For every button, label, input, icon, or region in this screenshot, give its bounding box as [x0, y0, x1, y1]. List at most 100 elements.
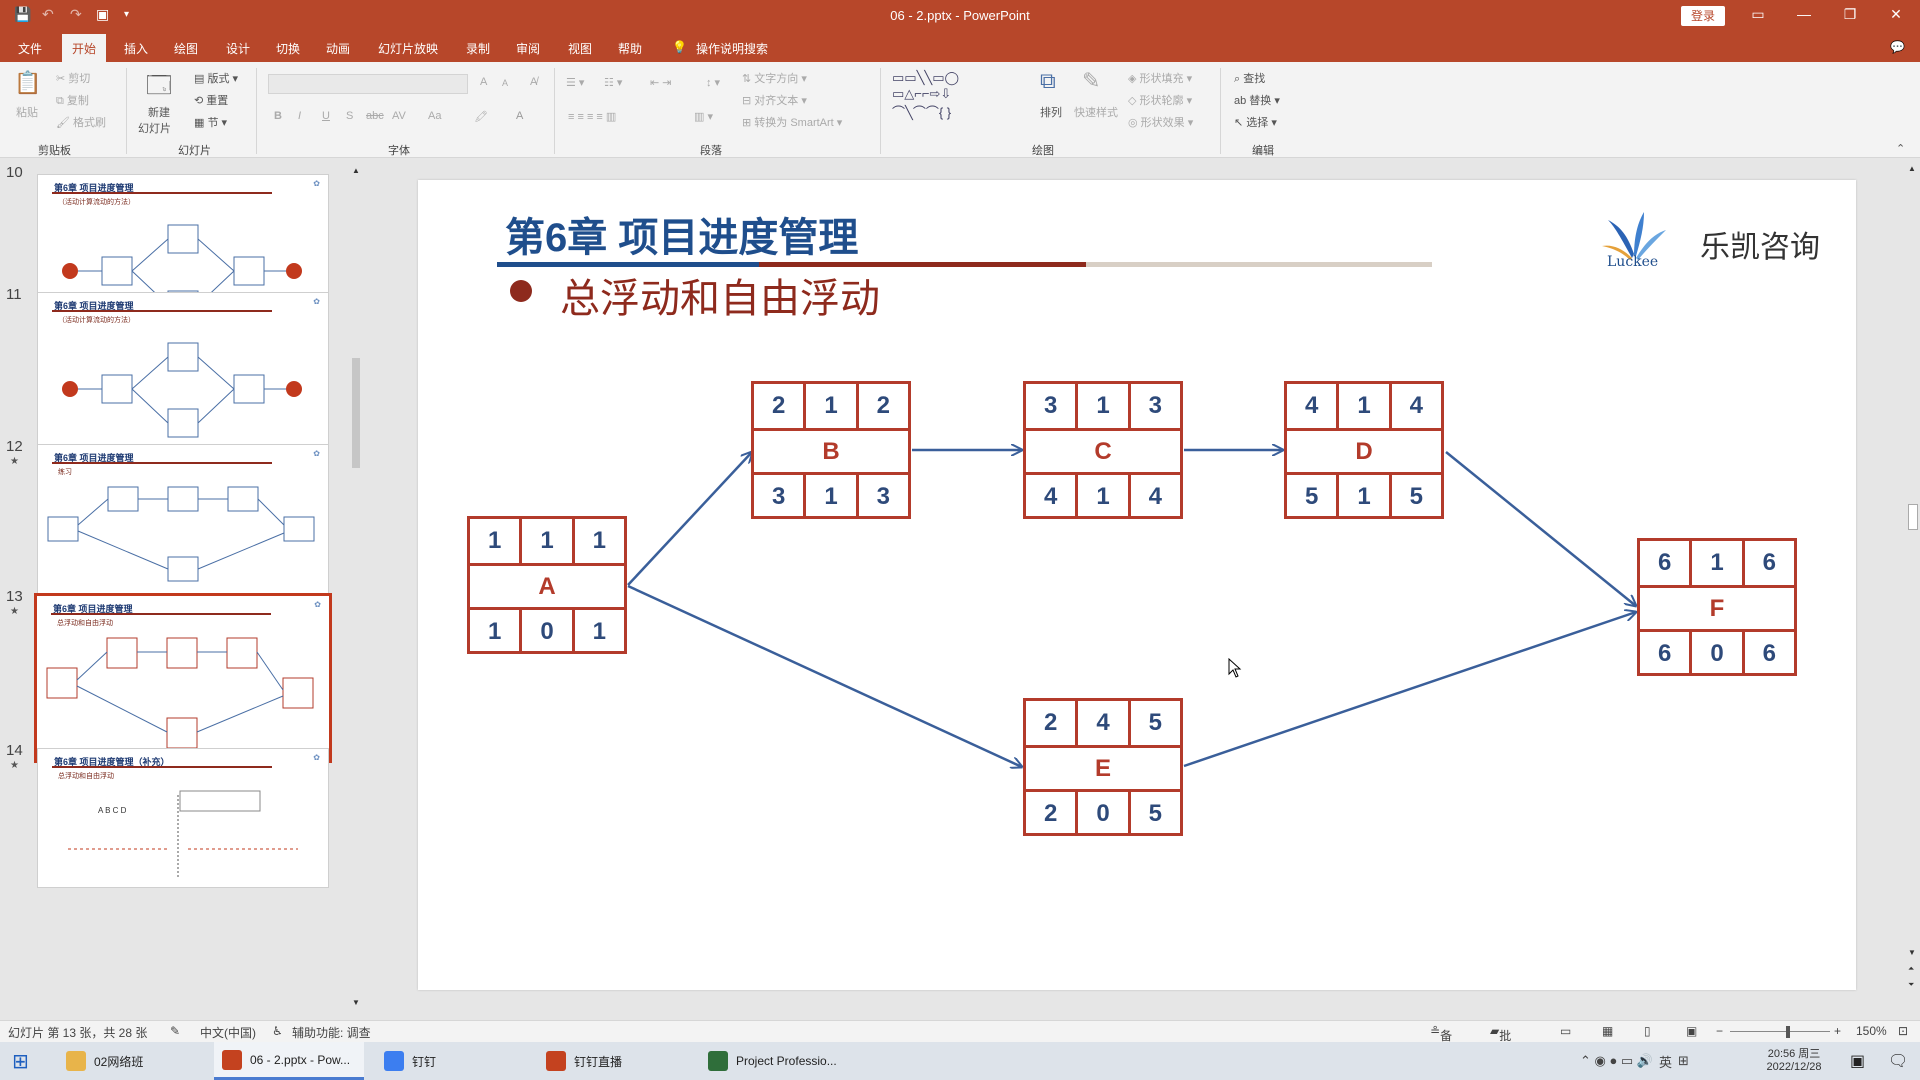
- tell-me-search[interactable]: 操作说明搜索: [696, 40, 768, 57]
- activity-node-e[interactable]: 2 4 5 E 2 0 5: [1023, 698, 1183, 836]
- shape-fill-button[interactable]: ◈ 形状填充 ▾: [1128, 70, 1192, 86]
- section-button[interactable]: ▦ 节 ▾: [194, 114, 227, 130]
- fit-slide-icon[interactable]: ⊡: [1898, 1024, 1908, 1038]
- scroll-down-icon[interactable]: ▼: [352, 998, 360, 1007]
- shadow-button[interactable]: S: [346, 110, 353, 122]
- slide-thumbnail-11[interactable]: 第6章 项目进度管理 ✿ （活动计算流动的方法）: [37, 292, 329, 456]
- prev-slide-icon[interactable]: ⏶: [1908, 964, 1914, 974]
- notification-icon[interactable]: 🗨: [1888, 1042, 1908, 1080]
- clock[interactable]: 20:56 周三 2022/12/28: [1754, 1045, 1834, 1073]
- notes-button[interactable]: ≗ 备注: [1430, 1024, 1452, 1060]
- arrange-icon[interactable]: ⧉: [1040, 68, 1056, 94]
- comments-button[interactable]: ▰ 批注: [1490, 1024, 1511, 1060]
- slideshow-view-icon[interactable]: ▣: [1686, 1024, 1697, 1038]
- reading-view-icon[interactable]: ▯: [1644, 1024, 1651, 1038]
- copy-button[interactable]: ⧉ 复制: [56, 92, 89, 108]
- scroll-down-icon[interactable]: ▼: [1908, 948, 1916, 957]
- clear-format-icon[interactable]: A̸: [530, 76, 537, 88]
- language-status[interactable]: 中文(中国): [200, 1024, 256, 1041]
- taskbar-item-powerpoint[interactable]: 06 - 2.pptx - Pow...: [214, 1042, 364, 1080]
- taskbar-item-project[interactable]: Project Professio...: [700, 1042, 870, 1080]
- align-text-button[interactable]: ⊟ 对齐文本 ▾: [742, 92, 807, 108]
- scroll-thumb[interactable]: [352, 358, 360, 468]
- text-direction-button[interactable]: ⇅ 文字方向 ▾: [742, 70, 807, 86]
- layout-button[interactable]: ▤ 版式 ▾: [194, 70, 238, 86]
- minimize-icon[interactable]: —: [1794, 6, 1814, 22]
- char-spacing-button[interactable]: AV: [392, 110, 406, 122]
- app-tray-icon[interactable]: ▣: [1850, 1042, 1865, 1080]
- zoom-out-icon[interactable]: −: [1716, 1024, 1723, 1038]
- line-spacing-icon[interactable]: ↕ ▾: [706, 76, 720, 89]
- numbering-icon[interactable]: ☷ ▾: [604, 76, 622, 89]
- scroll-up-icon[interactable]: ▲: [352, 166, 360, 175]
- activity-node-a[interactable]: 1 1 1 A 1 0 1: [467, 516, 627, 654]
- activity-node-c[interactable]: 3 1 3 C 4 1 4: [1023, 381, 1183, 519]
- spellcheck-icon[interactable]: ✎: [170, 1024, 180, 1038]
- zoom-slider-thumb[interactable]: [1786, 1026, 1790, 1038]
- tab-home[interactable]: 开始: [62, 34, 107, 62]
- close-icon[interactable]: ✕: [1886, 6, 1906, 23]
- change-case-button[interactable]: Aa: [428, 110, 441, 122]
- accessibility-icon[interactable]: ♿: [272, 1024, 283, 1038]
- underline-button[interactable]: U: [322, 110, 330, 122]
- bold-button[interactable]: B: [274, 110, 282, 122]
- taskbar-item-dingtalk[interactable]: 钉钉: [376, 1042, 526, 1080]
- tab-view[interactable]: 视图: [568, 40, 592, 57]
- tab-draw[interactable]: 绘图: [174, 40, 198, 57]
- activity-node-d[interactable]: 4 1 4 D 5 1 5: [1284, 381, 1444, 519]
- thumbnail-scrollbar[interactable]: ▲ ▼: [350, 158, 362, 1020]
- smartart-button[interactable]: ⊞ 转换为 SmartArt ▾: [742, 114, 842, 130]
- font-name-box[interactable]: [268, 74, 468, 94]
- new-slide-button-label2[interactable]: 幻灯片: [138, 120, 171, 136]
- activity-node-f[interactable]: 6 1 6 F 6 0 6: [1637, 538, 1797, 676]
- paste-icon[interactable]: 📋: [14, 70, 41, 96]
- strikethrough-button[interactable]: abc: [366, 110, 384, 122]
- scroll-up-icon[interactable]: ▲: [1908, 164, 1916, 173]
- start-icon[interactable]: ⊞: [12, 1042, 29, 1080]
- new-slide-icon[interactable]: 🗔: [146, 68, 172, 109]
- tab-file[interactable]: 文件: [18, 40, 42, 57]
- slide-thumbnail-13-selected[interactable]: 第6章 项目进度管理 ✿ 总浮动和自由浮动: [34, 593, 332, 763]
- tab-transitions[interactable]: 切换: [276, 40, 300, 57]
- indent-icon[interactable]: ⇤ ⇥: [650, 76, 672, 89]
- shape-outline-button[interactable]: ◇ 形状轮廓 ▾: [1128, 92, 1192, 108]
- slide-title[interactable]: 第6章 项目进度管理: [505, 205, 858, 263]
- tab-design[interactable]: 设计: [226, 40, 250, 57]
- arrange-button[interactable]: 排列: [1040, 104, 1062, 120]
- find-button[interactable]: ⌕ 查找: [1234, 70, 1265, 86]
- quick-styles-icon[interactable]: ✎: [1082, 68, 1100, 94]
- next-slide-icon[interactable]: ⏷: [1908, 980, 1914, 990]
- shape-effects-button[interactable]: ◎ 形状效果 ▾: [1128, 114, 1193, 130]
- taskbar-item-dingtalk-live[interactable]: 钉钉直播: [538, 1042, 688, 1080]
- zoom-in-icon[interactable]: +: [1834, 1024, 1841, 1038]
- font-size-box[interactable]: [470, 74, 476, 94]
- collapse-ribbon-icon[interactable]: ⌃: [1896, 142, 1905, 155]
- tab-review[interactable]: 审阅: [516, 40, 540, 57]
- font-color-icon[interactable]: A: [516, 110, 523, 122]
- accessibility-status[interactable]: 辅助功能: 调查: [292, 1024, 371, 1041]
- format-painter-button[interactable]: 🖌 格式刷: [56, 114, 106, 130]
- reset-button[interactable]: ⟲ 重置: [194, 92, 228, 108]
- quick-styles-button[interactable]: 快速样式: [1074, 104, 1118, 120]
- zoom-slider[interactable]: [1730, 1031, 1830, 1032]
- ribbon-display-icon[interactable]: ▭: [1748, 6, 1768, 23]
- login-button[interactable]: 登录: [1681, 6, 1725, 26]
- shapes-gallery[interactable]: ▭▭╲╲▭◯ ▭△⌐⌐⇨⇩ ⌒╲⌒⌒{ }: [892, 70, 959, 121]
- tab-animations[interactable]: 动画: [326, 40, 350, 57]
- grow-font-button[interactable]: A: [480, 76, 487, 88]
- slide-thumbnail-12[interactable]: 第6章 项目进度管理 ✿ 练习: [37, 444, 329, 608]
- slide-subtitle[interactable]: 总浮动和自由浮动: [560, 266, 880, 324]
- scroll-thumb[interactable]: [1908, 504, 1918, 530]
- slide-sorter-icon[interactable]: ▦: [1602, 1024, 1613, 1038]
- activity-node-b[interactable]: 2 1 2 B 3 1 3: [751, 381, 911, 519]
- tray-icons[interactable]: ⌃ ◉ ● ▭ 🔊 英 ⊞: [1580, 1042, 1689, 1080]
- bullets-icon[interactable]: ☰ ▾: [566, 76, 584, 89]
- comments-icon[interactable]: 💬: [1890, 40, 1905, 54]
- cut-button[interactable]: ✂ 剪切: [56, 70, 90, 86]
- slide-thumbnail-14[interactable]: 第6章 项目进度管理（补充） ✿ 总浮动和自由浮动 A B C D: [37, 748, 329, 888]
- new-slide-button[interactable]: 新建: [148, 104, 170, 120]
- tab-slideshow[interactable]: 幻灯片放映: [378, 40, 438, 57]
- tab-insert[interactable]: 插入: [124, 40, 148, 57]
- columns-icon[interactable]: ▥ ▾: [694, 110, 713, 123]
- italic-button[interactable]: I: [298, 110, 301, 122]
